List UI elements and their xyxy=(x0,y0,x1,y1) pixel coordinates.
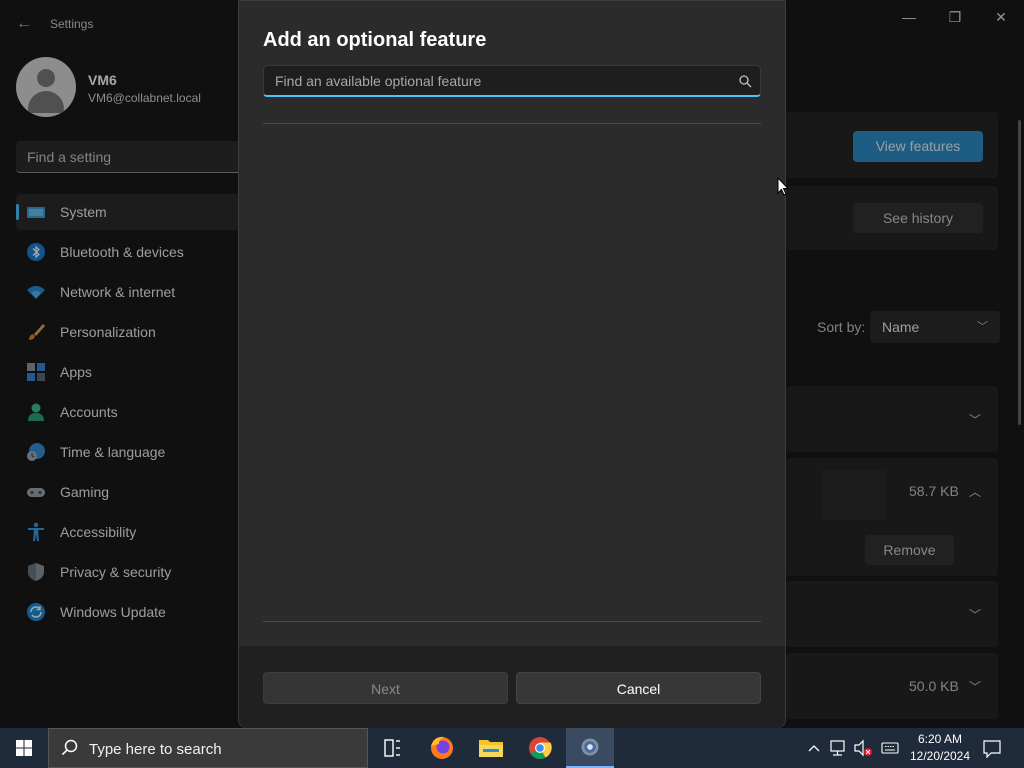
feature-search-box[interactable] xyxy=(263,65,761,97)
add-optional-feature-dialog: Add an optional feature Next Cancel xyxy=(238,0,786,728)
settings-app-icon[interactable] xyxy=(566,728,614,768)
notification-icon[interactable] xyxy=(980,728,1004,768)
cancel-button[interactable]: Cancel xyxy=(516,672,761,704)
dialog-title: Add an optional feature xyxy=(263,29,487,51)
list-bottom-divider xyxy=(263,621,761,622)
dialog-footer: Next Cancel xyxy=(239,646,785,728)
network-tray-icon[interactable] xyxy=(828,728,848,768)
task-view-icon[interactable] xyxy=(368,728,416,768)
taskbar-clock[interactable]: 6:20 AM 12/20/2024 xyxy=(905,731,975,765)
keyboard-icon[interactable] xyxy=(880,728,900,768)
list-top-divider xyxy=(263,123,761,124)
show-hidden-icons-chevron-icon[interactable] xyxy=(806,728,822,768)
windows-start-icon[interactable] xyxy=(0,728,48,768)
mouse-cursor-icon xyxy=(777,177,789,196)
clock-time: 6:20 AM xyxy=(917,732,963,746)
taskbar: Type here to search 6:20 AM 12/20/2024 xyxy=(0,728,1024,768)
chrome-icon[interactable] xyxy=(516,728,564,768)
file-explorer-icon[interactable] xyxy=(467,728,515,768)
search-icon[interactable] xyxy=(738,74,752,88)
volume-muted-icon[interactable] xyxy=(852,728,874,768)
search-icon xyxy=(61,739,78,756)
taskbar-search-placeholder: Type here to search xyxy=(89,741,222,758)
feature-search-input[interactable] xyxy=(264,66,724,96)
firefox-icon[interactable] xyxy=(418,728,466,768)
clock-date: 12/20/2024 xyxy=(909,749,971,763)
taskbar-search-box[interactable]: Type here to search xyxy=(48,728,368,768)
next-button[interactable]: Next xyxy=(263,672,508,704)
